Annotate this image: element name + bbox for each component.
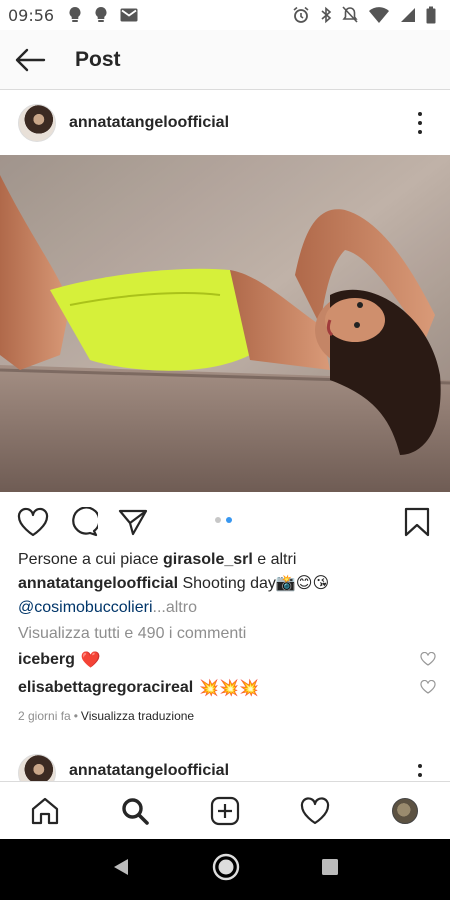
- status-bar: 09:56: [0, 0, 450, 30]
- heart-icon: [17, 507, 49, 537]
- lightbulb-icon: [68, 6, 82, 24]
- profile-avatar: [392, 797, 418, 824]
- nav-profile[interactable]: [380, 786, 430, 836]
- share-button[interactable]: [116, 505, 150, 539]
- nav-new-post[interactable]: [200, 786, 250, 836]
- notifications-off-icon: [342, 6, 358, 24]
- comment-icon: [72, 507, 98, 537]
- page-title: Post: [75, 47, 121, 71]
- post-photo[interactable]: [0, 155, 450, 492]
- android-recents-button[interactable]: [320, 857, 340, 882]
- bookmark-icon: [404, 507, 430, 537]
- post-meta: 2 giorni fa • Visualizza traduzione: [18, 709, 194, 723]
- alarm-icon: [292, 6, 310, 24]
- likes-line[interactable]: Persone a cui piace girasole_srl e altri: [18, 548, 438, 572]
- send-icon: [118, 509, 148, 536]
- lightbulb-icon: [94, 6, 108, 24]
- heart-icon: [420, 651, 436, 666]
- battery-icon: [426, 6, 436, 24]
- photo-illustration: [0, 155, 450, 492]
- more-dots-icon: [418, 764, 422, 768]
- caption-text: Shooting day📸😊😘: [178, 575, 330, 592]
- android-back-button[interactable]: [110, 856, 132, 883]
- comment-like-button[interactable]: [420, 651, 436, 671]
- bottom-nav: [0, 781, 450, 839]
- likes-prefix: Persone a cui piace: [18, 551, 163, 568]
- comment-text: 💥💥💥: [199, 680, 259, 697]
- view-all-comments-link[interactable]: Visualizza tutti e 490 i commenti: [18, 625, 246, 643]
- notification-icons: [68, 6, 138, 24]
- caption-username[interactable]: annatatangeloofficial: [18, 575, 178, 592]
- arrow-left-icon: [15, 48, 46, 71]
- comment-row: iceberg ❤️: [18, 650, 438, 670]
- action-bar: [0, 500, 450, 544]
- caption-line: annatatangeloofficial Shooting day📸😊😘: [18, 572, 438, 596]
- gmail-icon: [120, 8, 138, 22]
- search-icon: [122, 797, 149, 825]
- more-options-button[interactable]: [408, 760, 432, 782]
- likes-suffix: e altri: [252, 551, 297, 568]
- heart-icon: [420, 679, 436, 694]
- carousel-dot: [215, 517, 221, 523]
- caption-more-link[interactable]: ...altro: [153, 599, 197, 616]
- like-button[interactable]: [16, 505, 50, 539]
- comment-text: ❤️: [80, 652, 101, 669]
- android-nav-bar: [0, 839, 450, 900]
- meta-separator: •: [73, 709, 78, 723]
- circle-home-icon: [212, 853, 240, 881]
- post-time: 2 giorni fa: [18, 709, 71, 723]
- comment-row: elisabettagregoracireal 💥💥💥: [18, 678, 438, 698]
- avatar[interactable]: [18, 104, 56, 142]
- signal-icon: [400, 7, 416, 23]
- activity-heart-icon: [300, 796, 330, 824]
- carousel-indicator: [215, 517, 232, 523]
- post-header: annatatangeloofficial: [0, 98, 450, 148]
- post-username[interactable]: annatatangeloofficial: [69, 762, 229, 780]
- comment-button[interactable]: [66, 505, 100, 539]
- nav-home[interactable]: [20, 786, 70, 836]
- avatar[interactable]: [18, 754, 56, 782]
- likes-user[interactable]: girasole_srl: [163, 551, 253, 568]
- wifi-icon: [368, 6, 390, 24]
- app-header: Post: [0, 30, 450, 90]
- comment-username[interactable]: elisabettagregoracireal: [18, 679, 193, 697]
- more-dot: [418, 130, 422, 134]
- android-home-button[interactable]: [211, 852, 241, 887]
- caption-line-2: @cosimobuccolieri...altro: [18, 596, 438, 620]
- nav-search[interactable]: [110, 786, 160, 836]
- nav-activity[interactable]: [290, 786, 340, 836]
- home-icon: [31, 797, 59, 824]
- add-post-icon: [210, 796, 240, 825]
- status-time: 09:56: [8, 5, 55, 25]
- next-post-header: annatatangeloofficial: [0, 750, 450, 782]
- more-dot: [418, 773, 422, 777]
- carousel-dot-active: [226, 517, 232, 523]
- post-username[interactable]: annatatangeloofficial: [69, 114, 229, 132]
- more-dot: [418, 121, 422, 125]
- comment-like-button[interactable]: [420, 679, 436, 699]
- see-translation-link[interactable]: Visualizza traduzione: [81, 709, 194, 723]
- bluetooth-icon: [320, 6, 332, 24]
- back-button[interactable]: [0, 30, 60, 90]
- triangle-back-icon: [113, 859, 128, 875]
- caption-mention[interactable]: @cosimobuccolieri: [18, 599, 153, 616]
- more-options-button[interactable]: [408, 108, 432, 138]
- save-button[interactable]: [402, 505, 432, 539]
- post-caption-block: Persone a cui piace girasole_srl e altri…: [18, 548, 438, 620]
- comment-username[interactable]: iceberg: [18, 651, 75, 669]
- system-icons: [292, 6, 436, 24]
- more-dots-icon: [418, 112, 422, 116]
- square-recents-icon: [322, 859, 339, 875]
